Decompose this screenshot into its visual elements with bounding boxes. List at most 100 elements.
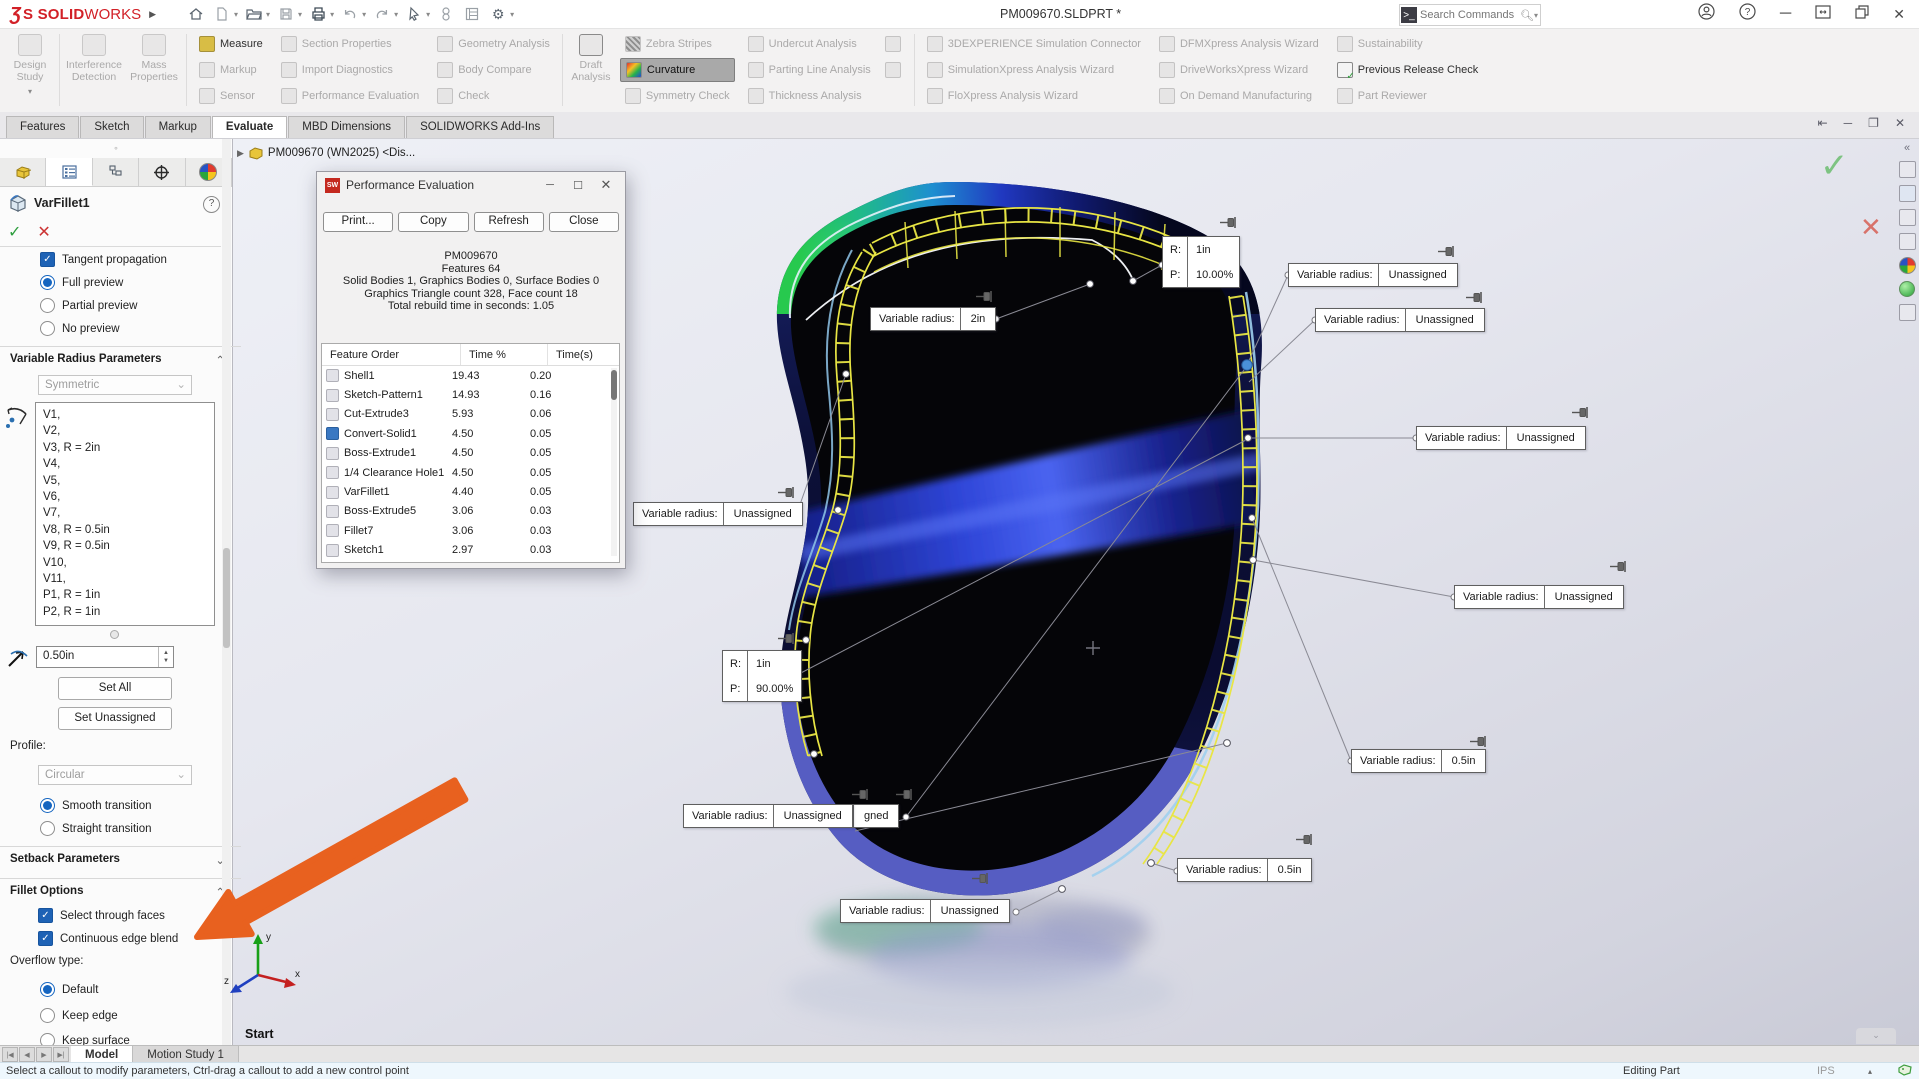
ribbon-floxpress[interactable]: FloXpress Analysis Wizard [922, 85, 1146, 107]
callout-unassigned-4[interactable]: Variable radius:Unassigned [1454, 585, 1624, 609]
table-row[interactable]: Boss-Extrude14.500.05 [322, 444, 619, 463]
ribbon-body-compare[interactable]: Body Compare [432, 59, 555, 81]
pane-tree-icon[interactable] [1899, 185, 1916, 202]
pin-icon[interactable] [1438, 245, 1456, 258]
pin-icon[interactable] [976, 290, 994, 303]
pin-icon[interactable] [1610, 560, 1628, 573]
feature-order-table[interactable]: Feature Order Time % Time(s) Shell119.43… [321, 343, 620, 563]
pin-icon[interactable] [852, 788, 870, 801]
radius-list[interactable]: V1, V2, V3, R = 2in V4, V5, V6, V7, V8, … [35, 402, 215, 626]
tab-mbd-dimensions[interactable]: MBD Dimensions [288, 116, 405, 138]
callout-unassigned-3[interactable]: Variable radius:Unassigned [1416, 426, 1586, 450]
tab-sketch[interactable]: Sketch [80, 116, 143, 138]
ribbon-import-diagnostics[interactable]: Import Diagnostics [276, 59, 424, 81]
rebuild-icon[interactable] [434, 4, 458, 24]
viewport-cancel-icon[interactable]: ✕ [1860, 212, 1882, 243]
pin-icon[interactable] [1470, 735, 1488, 748]
copy-button[interactable]: Copy [398, 212, 468, 232]
panel-scrollbar-thumb[interactable] [223, 548, 230, 648]
tab-evaluate[interactable]: Evaluate [212, 116, 287, 138]
refresh-button[interactable]: Refresh [474, 212, 544, 232]
tab-dimxpert-manager[interactable] [139, 158, 185, 186]
dialog-maximize-icon[interactable]: ☐ [567, 179, 589, 192]
section-fillet-options[interactable]: Fillet Options⌃ [0, 878, 241, 901]
smooth-transition-radio[interactable] [40, 798, 55, 813]
tab-property-manager[interactable] [46, 158, 92, 186]
callout-rp-90[interactable]: R:1in P:90.00% [722, 650, 802, 702]
pin-icon[interactable] [778, 632, 796, 645]
table-row[interactable]: Sketch-Pattern114.930.16 [322, 385, 619, 404]
callout-2in[interactable]: Variable radius:2in [870, 307, 996, 331]
dialog-title-bar[interactable]: SW Performance Evaluation ─ ☐ ✕ [317, 172, 625, 198]
design-study-caret[interactable]: ▾ [28, 87, 32, 96]
print-icon[interactable] [306, 4, 330, 24]
doc-restore-icon[interactable]: ❐ [1868, 116, 1879, 130]
ribbon-compare-doc[interactable] [880, 33, 911, 55]
pin-icon[interactable] [1296, 833, 1314, 846]
pin-icon[interactable] [1466, 291, 1484, 304]
pin-icon[interactable] [778, 486, 796, 499]
open-caret[interactable]: ▾ [266, 10, 270, 19]
new-document-icon[interactable] [210, 4, 234, 24]
search-caret[interactable]: ▾ [1534, 11, 1538, 20]
close-button[interactable]: Close [549, 212, 619, 232]
pane-filter-icon[interactable] [1899, 209, 1916, 226]
doc-minimize-icon[interactable]: ─ [1844, 116, 1853, 130]
table-scrollbar[interactable] [611, 368, 617, 556]
section-setback-parameters[interactable]: Setback Parameters⌄ [0, 846, 241, 869]
ribbon-driveworksxpress[interactable]: DriveWorksXpress Wizard [1154, 59, 1324, 81]
span-displays-icon[interactable] [1815, 5, 1831, 24]
tab-configuration-manager[interactable] [93, 158, 139, 186]
callout-unassigned-1[interactable]: Variable radius:Unassigned [1288, 263, 1458, 287]
tab-feature-manager[interactable] [0, 158, 46, 186]
print-caret[interactable]: ▾ [330, 10, 334, 19]
minimize-window-icon[interactable]: ─ [1780, 5, 1791, 23]
table-row[interactable]: Shell119.430.20 [322, 366, 619, 385]
set-all-button[interactable]: Set All [58, 677, 172, 700]
save-icon[interactable] [274, 4, 298, 24]
symmetric-dropdown[interactable]: Symmetric [38, 375, 192, 395]
ribbon-part-reviewer[interactable]: Part Reviewer [1332, 85, 1483, 107]
ribbon-draft-analysis[interactable]: Draft Analysis [566, 28, 616, 112]
play-icon[interactable]: ▶ [36, 1047, 52, 1062]
panel-scrollbar[interactable] [222, 138, 231, 1045]
tab-solidworks-addins[interactable]: SOLIDWORKS Add-Ins [406, 116, 554, 138]
collapsed-task-pane-tab[interactable]: ⌄ [1856, 1028, 1896, 1044]
close-window-icon[interactable]: ✕ [1893, 6, 1905, 23]
prev-frame-icon[interactable]: ◀ [19, 1047, 35, 1062]
ribbon-design-study[interactable]: Design Study ▾ [4, 28, 56, 112]
table-row[interactable]: 1/4 Clearance Hole14.500.05 [322, 463, 619, 482]
search-icon[interactable]: 🔍︎ [1520, 9, 1534, 22]
pane-eye-icon[interactable] [1899, 233, 1916, 250]
ribbon-dfmxpress[interactable]: DFMXpress Analysis Wizard [1154, 33, 1324, 55]
straight-transition-radio[interactable] [40, 821, 55, 836]
radius-value-field[interactable]: 0.50in ▲▼ [36, 646, 174, 668]
pin-icon[interactable] [1220, 216, 1238, 229]
user-profile-icon[interactable] [1698, 3, 1715, 25]
callout-unassigned-bottom-2[interactable]: Variable radius:Unassigned [840, 899, 1010, 923]
ribbon-section-properties[interactable]: Section Properties [276, 33, 424, 55]
tab-markup[interactable]: Markup [145, 116, 211, 138]
motion-study-tab[interactable]: Motion Study 1 [133, 1046, 239, 1063]
radius-spinner[interactable]: ▲▼ [158, 647, 173, 667]
table-row[interactable]: Fillet73.060.03 [322, 521, 619, 540]
ribbon-curvature[interactable]: Curvature [620, 58, 735, 82]
table-row[interactable]: Convert-Solid14.500.05 [322, 424, 619, 443]
continuous-edge-blend-checkbox[interactable]: ✓ [38, 931, 53, 946]
callout-unassigned-left[interactable]: Variable radius:Unassigned [633, 502, 803, 526]
table-row[interactable]: VarFillet14.400.05 [322, 482, 619, 501]
select-through-faces-checkbox[interactable]: ✓ [38, 908, 53, 923]
model-tab[interactable]: Model [71, 1046, 133, 1063]
ribbon-sustainability[interactable]: Sustainability [1332, 33, 1483, 55]
pane-appearance-icon[interactable] [1899, 257, 1916, 274]
ribbon-on-demand-manufacturing[interactable]: On Demand Manufacturing [1154, 85, 1324, 107]
dialog-minimize-icon[interactable]: ─ [539, 179, 561, 191]
callout-05in-1[interactable]: Variable radius:0.5in [1351, 749, 1486, 773]
ribbon-symmetry-check[interactable]: Symmetry Check [620, 85, 735, 107]
ribbon-simulationxpress[interactable]: SimulationXpress Analysis Wizard [922, 59, 1146, 81]
restore-window-icon[interactable] [1855, 5, 1869, 24]
pin-icon[interactable] [896, 788, 914, 801]
search-input[interactable] [1418, 8, 1520, 22]
ok-button[interactable]: ✓ [8, 222, 21, 242]
list-resize-handle[interactable] [110, 630, 119, 639]
